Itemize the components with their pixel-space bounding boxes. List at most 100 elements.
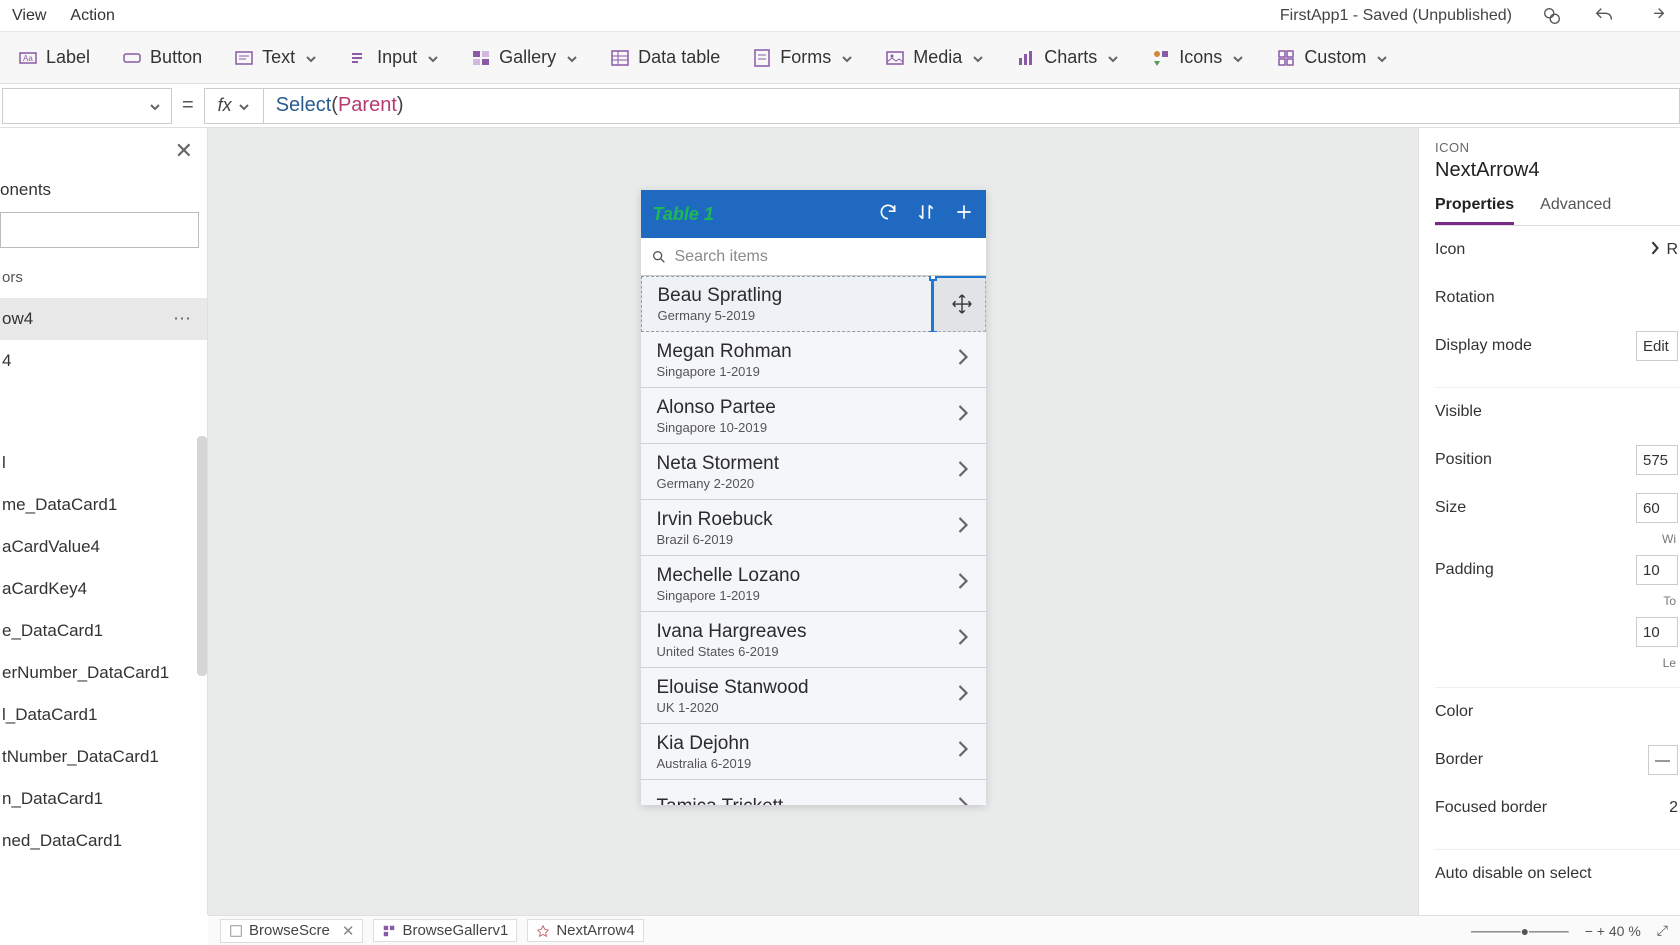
breadcrumb-screen[interactable]: BrowseScre ✕ [220,919,363,943]
ribbon-media[interactable]: Media [875,43,994,72]
border-value[interactable]: — [1648,745,1678,775]
tree-item[interactable]: e_DataCard1 [0,610,207,652]
size-w-value[interactable]: 60 [1636,493,1678,523]
padding-sublabel: To [1435,594,1680,608]
list-item-subtitle: Singapore 1-2019 [657,364,792,379]
chevron-right-icon[interactable] [956,402,970,429]
list-item-title: Beau Spratling [658,285,783,307]
tree-item[interactable]: me_DataCard1 [0,484,207,526]
ribbon-forms[interactable]: Forms [742,43,863,72]
fx-button[interactable]: fx [204,88,264,124]
tree-item[interactable]: ned_DataCard1 [0,820,207,862]
search-box[interactable]: Search items [641,238,986,276]
list-item-subtitle: Singapore 1-2019 [657,588,801,603]
tree-item[interactable]: l [0,442,207,484]
chevron-down-icon [1107,52,1119,64]
tree-item[interactable]: aCardKey4 [0,568,207,610]
canvas[interactable]: Table 1 Search items Beau SpratlingGerma… [208,128,1418,915]
redo-icon[interactable] [1644,4,1668,28]
move-icon [951,293,973,320]
insert-ribbon: Aa Label Button Text Input Gallery Data … [0,32,1680,84]
list-item-title: Ivana Hargreaves [657,621,807,643]
ribbon-input[interactable]: Input [339,43,449,72]
tree-tab-components[interactable]: onents [0,174,207,206]
breadcrumb-gallery[interactable]: BrowseGallerv1 [373,919,517,942]
tree-search-input[interactable] [0,212,199,248]
list-item[interactable]: Irvin RoebuckBrazil 6-2019 [641,500,986,556]
chevron-right-icon[interactable] [956,346,970,373]
input-icon [349,48,369,68]
list-item-subtitle: Germany 2-2020 [657,476,780,491]
ribbon-button[interactable]: Button [112,43,212,72]
tree-item[interactable]: tNumber_DataCard1 [0,736,207,778]
close-icon[interactable]: ✕ [342,922,355,940]
scrollbar[interactable] [197,436,207,676]
undo-icon[interactable] [1592,4,1616,28]
padding-left-value[interactable]: 10 [1636,617,1678,647]
app-checker-icon[interactable] [1540,4,1564,28]
formula-input[interactable]: Select(Parent) [264,88,1680,124]
chevron-down-icon [305,52,317,64]
list-item[interactable]: Megan RohmanSingapore 1-2019 [641,332,986,388]
tree-item[interactable]: 4 [0,340,207,382]
expand-icon[interactable]: ⤢ [1657,922,1668,939]
chevron-down-icon [841,52,853,64]
chevron-right-icon[interactable] [956,514,970,541]
add-icon[interactable] [954,202,974,227]
padding-top-value[interactable]: 10 [1636,555,1678,585]
sort-icon[interactable] [916,202,936,227]
list-item[interactable]: Alonso ParteeSingapore 10-2019 [641,388,986,444]
tree-item[interactable]: erNumber_DataCard1 [0,652,207,694]
list-item[interactable]: Mechelle LozanoSingapore 1-2019 [641,556,986,612]
tree-item[interactable]: ors [0,256,207,298]
chevron-right-icon[interactable] [956,570,970,597]
data-table-icon [610,48,630,68]
tab-advanced[interactable]: Advanced [1540,196,1611,225]
ribbon-gallery[interactable]: Gallery [461,43,588,72]
chevron-right-icon[interactable] [956,738,970,765]
refresh-icon[interactable] [878,202,898,227]
ribbon-label[interactable]: Aa Label [8,43,100,72]
list-item[interactable]: Ivana HargreavesUnited States 6-2019 [641,612,986,668]
list-item-title: Tamica Trickett [657,796,784,805]
chevron-down-icon [238,100,250,112]
menu-view[interactable]: View [12,7,46,25]
selection-box[interactable] [931,276,986,337]
prop-visible: Visible [1435,388,1680,436]
list-item-title: Alonso Partee [657,397,776,419]
chevron-down-icon [149,100,161,112]
chevron-right-icon[interactable] [956,458,970,485]
forms-icon [752,48,772,68]
list-item[interactable]: Elouise StanwoodUK 1-2020 [641,668,986,724]
chevron-right-icon[interactable] [956,626,970,653]
ribbon-icons[interactable]: Icons [1141,43,1254,72]
list-item[interactable]: Neta StormentGermany 2-2020 [641,444,986,500]
position-x-value[interactable]: 575 [1636,445,1678,475]
tree-item[interactable]: l_DataCard1 [0,694,207,736]
zoom-slider[interactable]: ─────●──── [1471,923,1569,939]
more-icon[interactable]: ⋯ [173,309,193,330]
size-sublabel: Wi [1435,532,1680,546]
ribbon-text[interactable]: Text [224,43,327,72]
ribbon-charts[interactable]: Charts [1006,43,1129,72]
prop-display-mode: Display mode Edit [1435,322,1680,370]
list-item[interactable]: Beau SpratlingGermany 5-2019 [641,276,986,332]
chevron-right-icon[interactable] [956,682,970,709]
chevron-right-icon[interactable] [956,794,970,805]
tree-item[interactable]: aCardValue4 [0,526,207,568]
breadcrumb-icon[interactable]: NextArrow4 [527,919,643,942]
menu-action[interactable]: Action [70,7,114,25]
tab-properties[interactable]: Properties [1435,196,1514,225]
close-icon[interactable]: ✕ [175,138,193,164]
list-item-subtitle: United States 6-2019 [657,644,807,659]
tree-item[interactable]: n_DataCard1 [0,778,207,820]
property-dropdown[interactable] [2,88,172,124]
tree-item-selected[interactable]: ow4 ⋯ [0,298,207,340]
app-header: Table 1 [641,190,986,238]
svg-text:Aa: Aa [23,54,33,63]
list-item[interactable]: Kia DejohnAustralia 6-2019 [641,724,986,780]
ribbon-custom[interactable]: Custom [1266,43,1398,72]
display-mode-value[interactable]: Edit [1636,331,1678,361]
list-item[interactable]: Tamica Trickett [641,780,986,805]
ribbon-data-table[interactable]: Data table [600,43,730,72]
